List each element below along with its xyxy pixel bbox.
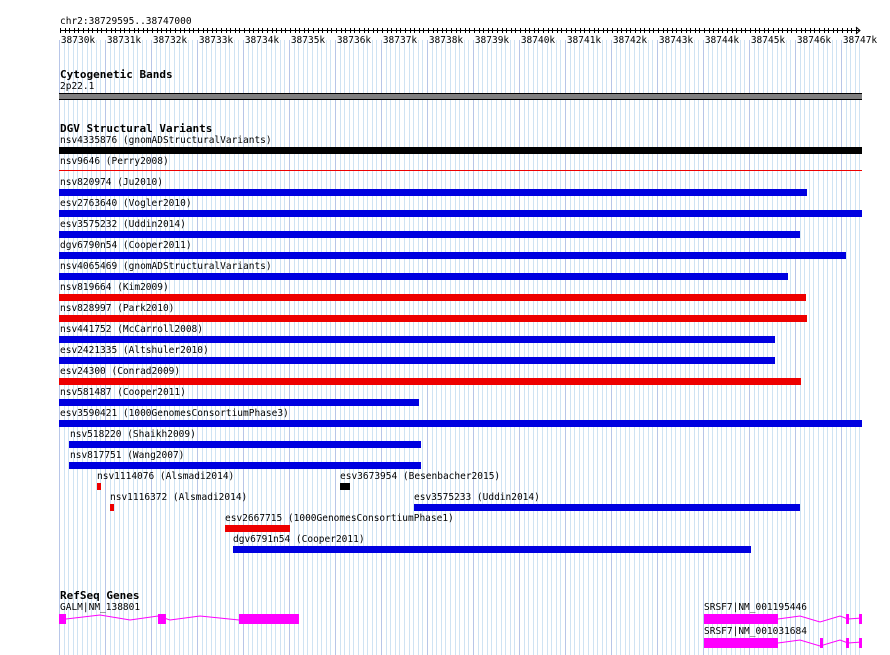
dgv-feature-bar-complex[interactable] <box>59 147 862 154</box>
ruler-tick-label: 38733k <box>198 35 234 46</box>
gene-model-srsf7-b[interactable] <box>0 634 890 654</box>
dgv-feature-label: esv3590421 (1000GenomesConsortiumPhase3) <box>60 408 289 419</box>
dgv-feature-bar-gain[interactable] <box>69 462 421 469</box>
dgv-feature-label: nsv9646 (Perry2008) <box>60 156 169 167</box>
ruler-tick-label: 38747k <box>842 35 878 46</box>
dgv-feature-label: nsv820974 (Ju2010) <box>60 177 163 188</box>
dgv-feature-label: nsv581487 (Cooper2011) <box>60 387 186 398</box>
cytoband-label: 2p22.1 <box>60 81 95 92</box>
refseq-track-title: RefSeq Genes <box>60 589 140 602</box>
dgv-feature-label: esv3673954 (Besenbacher2015) <box>340 471 501 482</box>
dgv-feature-bar-loss[interactable] <box>59 294 806 301</box>
ruler-tick-label: 38737k <box>382 35 418 46</box>
ruler-tick-label: 38740k <box>520 35 556 46</box>
dgv-feature-label: nsv441752 (McCarroll2008) <box>60 324 203 335</box>
ruler-tick-label: 38735k <box>290 35 326 46</box>
dgv-feature-bar-gain[interactable] <box>233 546 751 553</box>
dgv-feature-bar-loss[interactable] <box>97 483 101 490</box>
ruler-tick-label: 38742k <box>612 35 648 46</box>
dgv-feature-bar-loss[interactable] <box>59 315 807 322</box>
dgv-feature-bar-gain[interactable] <box>59 273 788 280</box>
ruler-tick-label: 38731k <box>106 35 142 46</box>
dgv-feature-bar-gain[interactable] <box>59 399 419 406</box>
dgv-feature-label: esv2763640 (Vogler2010) <box>60 198 192 209</box>
ruler-tick-label: 38743k <box>658 35 694 46</box>
dgv-feature-bar-gain[interactable] <box>59 210 862 217</box>
ruler-tick-label: 38736k <box>336 35 372 46</box>
dgv-feature-bar-complex[interactable] <box>340 483 350 490</box>
dgv-feature-bar-gain[interactable] <box>414 504 800 511</box>
dgv-feature-label: nsv4335876 (gnomADStructuralVariants) <box>60 135 272 146</box>
dgv-feature-bar-loss[interactable] <box>59 378 801 385</box>
dgv-feature-label: nsv4065469 (gnomADStructuralVariants) <box>60 261 272 272</box>
dgv-feature-bar-gain[interactable] <box>69 441 421 448</box>
cytoband-bar[interactable] <box>59 93 862 100</box>
dgv-feature-label: dgv6791n54 (Cooper2011) <box>233 534 365 545</box>
dgv-feature-bar-gain[interactable] <box>59 189 807 196</box>
dgv-feature-bar-loss[interactable] <box>110 504 114 511</box>
dgv-feature-label: esv3575233 (Uddin2014) <box>414 492 540 503</box>
ruler-tick-label: 38744k <box>704 35 740 46</box>
dgv-feature-bar-gain[interactable] <box>59 231 800 238</box>
ruler-tick-label: 38745k <box>750 35 786 46</box>
dgv-feature-label: nsv518220 (Shaikh2009) <box>70 429 196 440</box>
dgv-feature-label: nsv819664 (Kim2009) <box>60 282 169 293</box>
dgv-feature-bar-gain[interactable] <box>59 420 862 427</box>
dgv-feature-label: nsv817751 (Wang2007) <box>70 450 185 461</box>
dgv-feature-label: esv3575232 (Uddin2014) <box>60 219 186 230</box>
dgv-feature-bar-gain[interactable] <box>59 252 846 259</box>
dgv-feature-bar-loss[interactable] <box>225 525 290 532</box>
dgv-feature-label: dgv6790n54 (Cooper2011) <box>60 240 192 251</box>
dgv-feature-bar-loss[interactable] <box>59 170 862 171</box>
dgv-feature-label: nsv828997 (Park2010) <box>60 303 175 314</box>
ruler-tick-label: 38738k <box>428 35 464 46</box>
dgv-feature-label: esv2667715 (1000GenomesConsortiumPhase1) <box>225 513 454 524</box>
ruler-tick-label: 38730k <box>60 35 96 46</box>
dgv-feature-label: esv2421335 (Altshuler2010) <box>60 345 209 356</box>
ruler-tick-label: 38746k <box>796 35 832 46</box>
dgv-track-title: DGV Structural Variants <box>60 122 213 135</box>
ruler-tick-label: 38734k <box>244 35 280 46</box>
cytoband-track-title: Cytogenetic Bands <box>60 68 173 81</box>
ruler-tick-label: 38732k <box>152 35 188 46</box>
genome-browser-view[interactable]: chr2:38729595..38747000 38730k 38731k 3873… <box>0 0 890 655</box>
ruler-tick-label: 38739k <box>474 35 510 46</box>
dgv-feature-label: esv24300 (Conrad2009) <box>60 366 181 377</box>
dgv-feature-label: nsv1116372 (Alsmadi2014) <box>110 492 248 503</box>
ruler-tick-label: 38741k <box>566 35 602 46</box>
dgv-feature-bar-gain[interactable] <box>59 336 775 343</box>
dgv-feature-bar-gain[interactable] <box>59 357 775 364</box>
dgv-feature-label: nsv1114076 (Alsmadi2014) <box>97 471 235 482</box>
